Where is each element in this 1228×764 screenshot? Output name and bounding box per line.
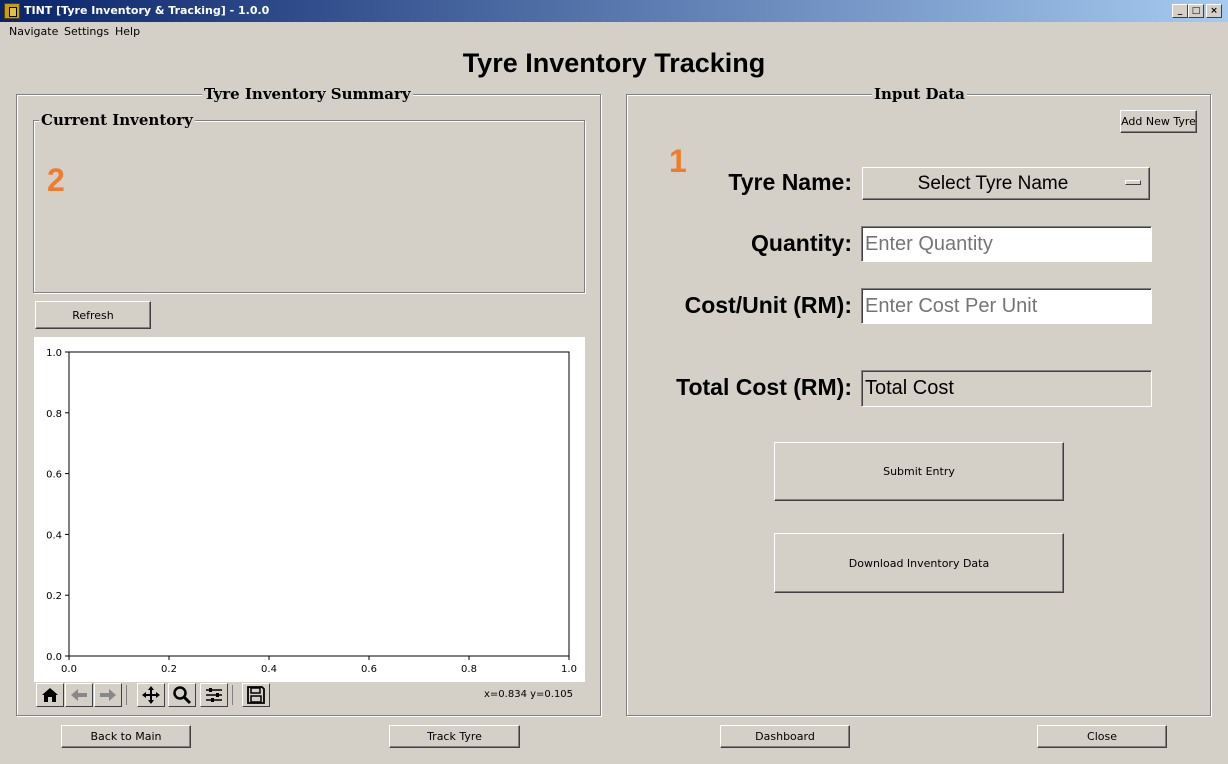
zoom-icon[interactable]: [168, 683, 196, 707]
quantity-field[interactable]: [861, 226, 1152, 262]
coordinate-readout: x=0.834 y=0.105: [484, 689, 574, 700]
toolbar-separator: [126, 685, 127, 705]
cost-per-unit-field[interactable]: [861, 288, 1152, 324]
menu-bar: Navigate Settings Help: [0, 22, 1228, 42]
submit-entry-button[interactable]: Submit Entry: [774, 442, 1064, 501]
x-tick-label: 0.8: [461, 664, 477, 675]
back-arrow-icon[interactable]: [65, 683, 93, 707]
forward-arrow-icon[interactable]: [94, 683, 122, 707]
coordinate-readout-box: x=0.834 y=0.105: [482, 684, 579, 705]
chart-canvas[interactable]: 0.0 0.2 0.4 0.6 0.8 1.0 0.0 0.2 0.4 0.6 0.8 1.0: [34, 337, 585, 682]
inventory-summary-title: Tyre Inventory Summary: [202, 85, 413, 103]
configure-subplots-icon[interactable]: [200, 683, 228, 707]
y-tick-label: 0.0: [46, 652, 62, 663]
quantity-label: Quantity:: [751, 230, 852, 256]
track-tyre-button[interactable]: Track Tyre: [389, 725, 520, 748]
page-title: Tyre Inventory Tracking: [462, 48, 766, 78]
x-tick-label: 0.2: [161, 664, 177, 675]
current-inventory-box: [33, 120, 585, 293]
y-tick-label: 1.0: [46, 348, 62, 359]
cost-per-unit-label: Cost/Unit (RM):: [684, 292, 852, 318]
toolbar-separator: [232, 685, 233, 705]
tyre-name-label: Tyre Name:: [728, 169, 852, 195]
pan-icon[interactable]: [137, 683, 165, 707]
y-tick-label: 0.2: [46, 591, 62, 602]
menu-help[interactable]: Help: [115, 25, 140, 38]
tyre-name-selected: Select Tyre Name: [917, 173, 1069, 194]
save-icon[interactable]: [242, 683, 270, 707]
total-cost-label: Total Cost (RM):: [676, 374, 852, 400]
y-tick-label: 0.6: [46, 470, 62, 481]
download-inventory-button[interactable]: Download Inventory Data: [774, 533, 1064, 593]
menu-navigate[interactable]: Navigate: [9, 25, 58, 38]
x-tick-label: 0.0: [61, 664, 77, 675]
x-tick-label: 1.0: [561, 664, 577, 675]
close-window-icon[interactable]: ×: [1206, 4, 1222, 18]
close-button[interactable]: Close: [1037, 725, 1167, 748]
title-bar: TINT [Tyre Inventory & Tracking] - 1.0.0…: [0, 0, 1228, 22]
refresh-button[interactable]: Refresh: [35, 301, 151, 329]
dashboard-button[interactable]: Dashboard: [720, 725, 850, 748]
marker-2: 2: [47, 162, 65, 198]
total-cost-field[interactable]: [861, 370, 1152, 407]
home-icon[interactable]: [36, 683, 64, 707]
maximize-icon[interactable]: □: [1188, 4, 1204, 18]
y-tick-label: 0.4: [46, 530, 62, 541]
back-to-main-button[interactable]: Back to Main: [61, 725, 191, 748]
tyre-name-dropdown[interactable]: Select Tyre Name: [862, 167, 1150, 200]
chart: 0.0 0.2 0.4 0.6 0.8 1.0 0.0 0.2 0.4 0.6 0.8 1.0: [46, 348, 577, 675]
add-new-tyre-button[interactable]: Add New Tyre: [1120, 110, 1197, 133]
input-data-title: Input Data: [872, 85, 967, 103]
app-icon: [4, 3, 20, 19]
y-tick-label: 0.8: [46, 409, 62, 420]
minimize-icon[interactable]: _: [1172, 4, 1188, 18]
window-title: TINT [Tyre Inventory & Tracking] - 1.0.0: [24, 4, 270, 17]
current-inventory-title: Current Inventory: [39, 111, 195, 129]
dropdown-indicator-icon: [1125, 180, 1141, 185]
x-tick-label: 0.6: [361, 664, 377, 675]
x-tick-label: 0.4: [261, 664, 277, 675]
menu-settings[interactable]: Settings: [64, 25, 109, 38]
chart-toolbar: x=0.834 y=0.105: [34, 682, 585, 709]
chart-axes: [68, 351, 570, 657]
